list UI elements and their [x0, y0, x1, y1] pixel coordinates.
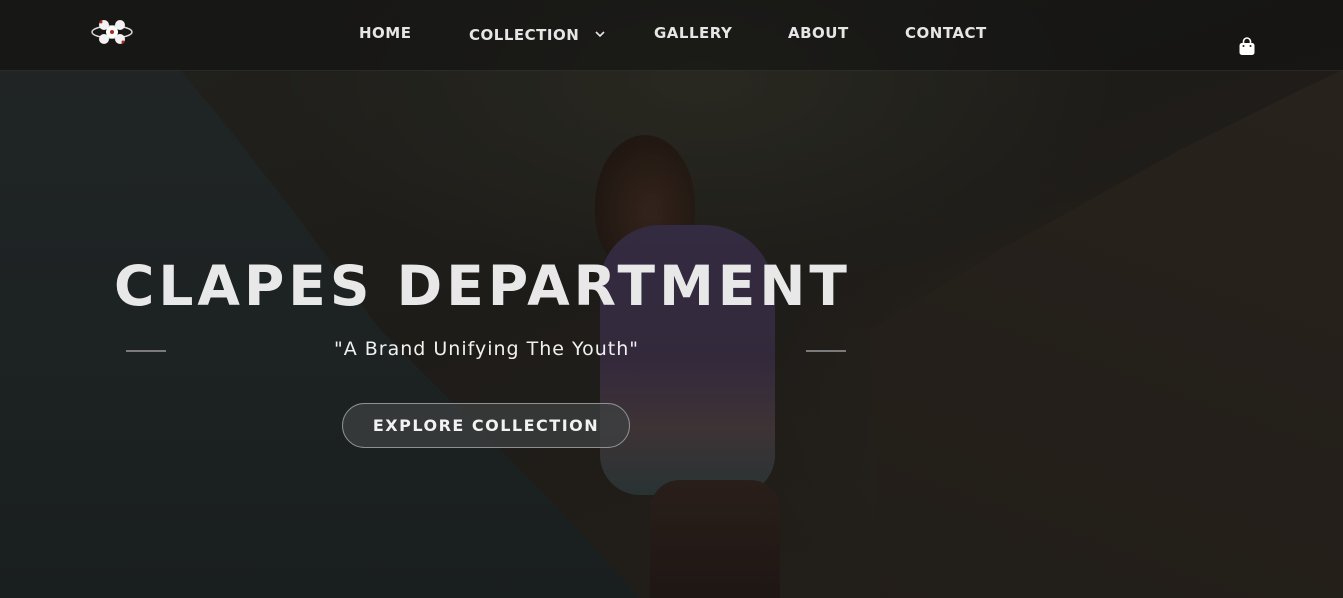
top-navbar: HOME COLLECTION GALLERY ABOUT CONTACT: [0, 0, 1343, 71]
nav-about-label: ABOUT: [788, 24, 849, 42]
nav-about[interactable]: ABOUT: [788, 24, 849, 46]
chevron-down-icon[interactable]: [595, 24, 605, 42]
hero-tagline: "A Brand Unifying The Youth": [333, 338, 639, 360]
nav-gallery[interactable]: GALLERY: [654, 24, 732, 46]
brand-logo-icon[interactable]: [90, 15, 134, 49]
hero-section: HOME COLLECTION GALLERY ABOUT CONTACT CL…: [0, 0, 1343, 598]
nav-collection[interactable]: COLLECTION: [469, 24, 605, 46]
explore-collection-label: EXPLORE COLLECTION: [372, 416, 600, 435]
hero-title: CLAPES DEPARTMENT: [114, 254, 851, 318]
nav-home-label: HOME: [359, 24, 412, 42]
tagline-divider-right: [806, 350, 846, 352]
nav-contact-label: CONTACT: [905, 24, 987, 42]
nav-contact[interactable]: CONTACT: [905, 24, 987, 46]
nav-gallery-label: GALLERY: [654, 24, 733, 42]
explore-collection-button[interactable]: EXPLORE COLLECTION: [342, 403, 630, 448]
nav-home[interactable]: HOME: [359, 24, 411, 46]
nav-collection-label: COLLECTION: [469, 26, 580, 44]
shopping-bag-icon[interactable]: [1238, 37, 1256, 56]
